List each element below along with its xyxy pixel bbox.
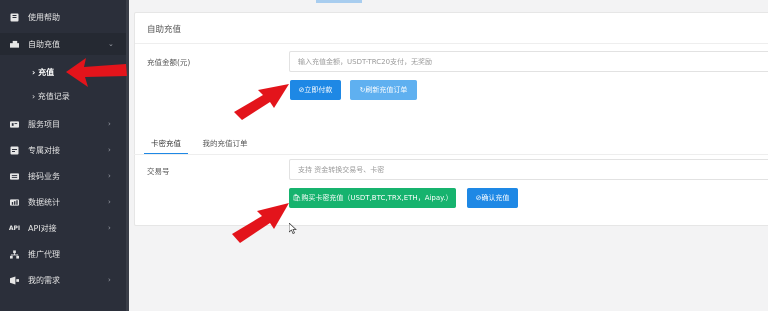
- sidebar-item-services[interactable]: 服务项目 ›: [0, 113, 126, 135]
- recharge-tabs: 卡密充值 我的充值订单: [134, 133, 768, 155]
- api-icon: API: [8, 224, 21, 232]
- sidebar-item-label: 专属对接: [28, 145, 60, 155]
- stats-icon: [10, 198, 19, 207]
- chevron-right-icon: ›: [108, 276, 111, 284]
- sidebar-item-label: 数据统计: [28, 197, 60, 207]
- sms-code-icon: [10, 172, 19, 181]
- chevron-right-icon: ›: [108, 224, 111, 232]
- my-demand-icon: [10, 275, 19, 285]
- sidebar-item-api[interactable]: API API对接 ›: [0, 217, 126, 239]
- sidebar-item-label: 推广代理: [28, 249, 60, 259]
- divider: [135, 43, 768, 44]
- services-icon: [10, 120, 19, 129]
- pay-now-button[interactable]: ⊘立即付款: [290, 80, 341, 100]
- sidebar-item-label: 使用帮助: [28, 12, 60, 22]
- chevron-down-icon: ⌄: [108, 40, 114, 48]
- sidebar-item-label: 接码业务: [28, 171, 60, 181]
- sidebar-item-label: API对接: [28, 223, 57, 233]
- recharge-card: 自助充值 充值金额(元) 输入充值金额，USDT-TRC20支付，无奖励 ⊘立即…: [134, 12, 768, 226]
- chevron-right-icon: ›: [108, 120, 111, 128]
- chevron-right-icon: ›: [108, 146, 111, 154]
- sidebar-item-label: 自助充值: [28, 39, 60, 49]
- card-title: 自助充值: [147, 25, 182, 35]
- amount-label: 充值金额(元): [147, 58, 191, 67]
- sidebar-subitem-recharge-records[interactable]: › 充值记录: [0, 86, 126, 106]
- annotation-arrow-icon: [232, 203, 289, 243]
- sidebar-item-help[interactable]: 使用帮助: [0, 6, 126, 28]
- sidebar-item-my-demand[interactable]: 我的需求 ›: [0, 269, 126, 291]
- top-tab-indicator: [316, 0, 362, 3]
- confirm-recharge-button[interactable]: ⊘确认充值: [467, 188, 518, 208]
- promote-icon: [10, 249, 19, 259]
- mouse-cursor-icon: [289, 223, 297, 234]
- transaction-label: 交易号: [147, 167, 170, 176]
- annotation-arrow-icon: [234, 84, 289, 120]
- sidebar-item-label: 服务项目: [28, 119, 60, 129]
- amount-input[interactable]: 输入充值金额，USDT-TRC20支付，无奖励: [289, 51, 768, 72]
- sidebar-item-self-recharge[interactable]: 自助充值 ⌄: [0, 33, 126, 55]
- divider: [134, 154, 768, 155]
- sidebar-item-statistics[interactable]: 数据统计 ›: [0, 191, 126, 213]
- sidebar-subitem-label: › 充值: [32, 67, 55, 77]
- sidebar-item-label: 我的需求: [28, 275, 60, 285]
- sidebar-item-exclusive[interactable]: 专属对接 ›: [0, 139, 126, 161]
- chevron-right-icon: ›: [108, 198, 111, 206]
- tab-card-recharge[interactable]: 卡密充值: [144, 133, 188, 153]
- sidebar-item-sms-code[interactable]: 接码业务 ›: [0, 165, 126, 187]
- refresh-orders-button[interactable]: ↻刷新充值订单: [350, 80, 417, 100]
- tab-my-orders[interactable]: 我的充值订单: [196, 133, 254, 153]
- sidebar-subitem-label: › 充值记录: [32, 91, 70, 101]
- annotation-arrow-icon: [66, 58, 127, 87]
- help-book-icon: [10, 13, 19, 22]
- docking-icon: [10, 146, 19, 155]
- chevron-right-icon: ›: [108, 172, 111, 180]
- sidebar: 使用帮助 自助充值 ⌄ › 充值 › 充值记录 服务项目 › 专属对接 › 接码…: [0, 0, 126, 311]
- sidebar-item-promote[interactable]: 推广代理: [0, 243, 126, 265]
- sidebar-scrollbar[interactable]: [126, 0, 129, 311]
- transaction-input[interactable]: 支持 资金转换交易号、卡密: [289, 159, 768, 180]
- recharge-icon: [10, 40, 19, 49]
- buy-card-button[interactable]: 🛍购买卡密充值（USDT,BTC,TRX,ETH，Aipay.）: [289, 188, 456, 208]
